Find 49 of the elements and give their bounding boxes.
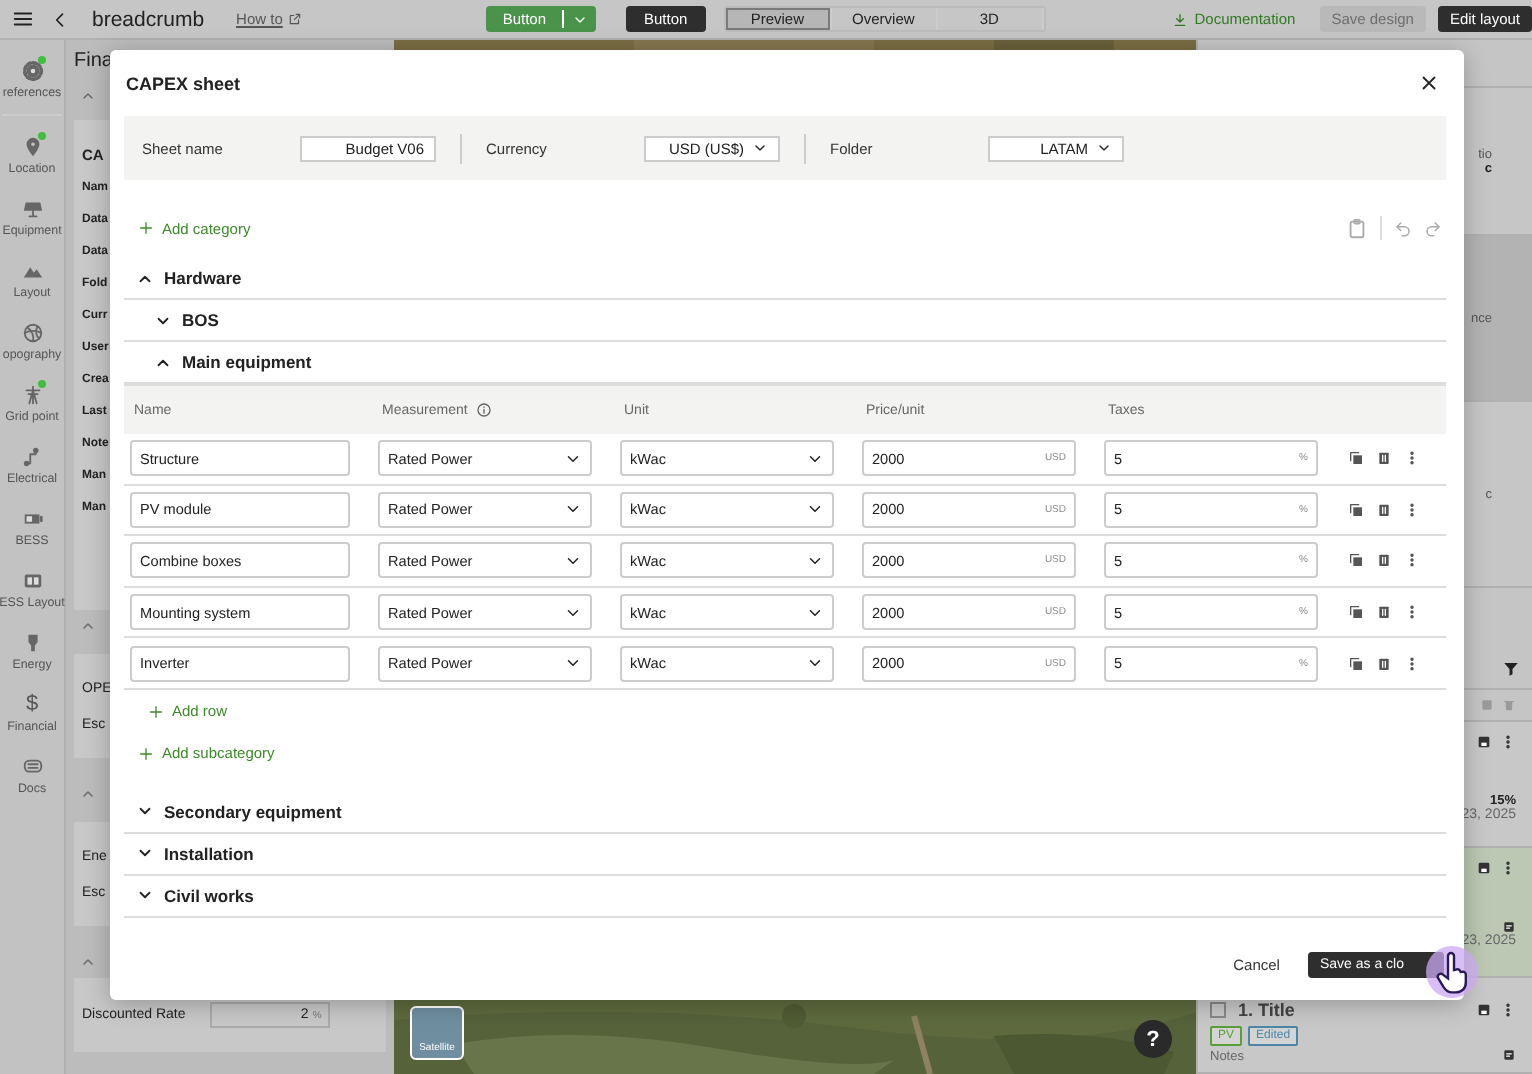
filter-icon[interactable] <box>1502 659 1520 678</box>
more-icon[interactable] <box>1404 450 1420 467</box>
delete-icon[interactable] <box>1376 604 1392 621</box>
info-icon[interactable] <box>475 402 492 418</box>
documents-icon <box>21 755 43 777</box>
note-icon[interactable] <box>1502 1048 1516 1063</box>
download-icon <box>1172 11 1189 27</box>
duplicate-icon[interactable] <box>1348 501 1364 518</box>
close-icon[interactable] <box>1418 72 1440 94</box>
gear-icon <box>21 59 43 81</box>
more-icon[interactable] <box>1404 552 1420 569</box>
dialog-title: CAPEX sheet <box>126 73 241 93</box>
more-icon[interactable] <box>1500 1001 1516 1018</box>
grid-layout-icon <box>21 569 43 591</box>
more-icon[interactable] <box>1500 734 1516 751</box>
plus-icon <box>148 703 164 720</box>
category-row[interactable]: Secondary equipment <box>124 791 1446 834</box>
category-row[interactable]: Installation <box>124 833 1446 876</box>
breadcrumb[interactable]: breadcrumb <box>92 7 205 31</box>
duplicate-icon[interactable] <box>1348 604 1364 621</box>
connector-icon <box>21 445 43 467</box>
duplicate-icon[interactable] <box>1348 552 1364 569</box>
more-icon[interactable] <box>1404 655 1420 672</box>
pin-icon <box>21 135 43 157</box>
external-link-icon <box>288 12 303 26</box>
delete-icon[interactable] <box>1376 450 1392 467</box>
category-row[interactable]: Civil works <box>124 875 1446 918</box>
delete-icon[interactable] <box>1376 655 1392 672</box>
duplicate-icon[interactable] <box>1348 655 1364 672</box>
more-icon[interactable] <box>1500 860 1516 877</box>
solar-panel-icon <box>21 197 43 219</box>
delete-icon[interactable] <box>1376 552 1392 569</box>
category-row[interactable]: Hardware <box>124 258 1446 300</box>
item-title: 1. Title <box>1238 999 1295 1020</box>
globe-icon <box>21 321 43 343</box>
tower-icon <box>21 383 43 405</box>
caret-icon <box>1096 140 1112 156</box>
clipboard-icon[interactable] <box>1346 217 1368 239</box>
more-icon[interactable] <box>1404 501 1420 518</box>
subcategory-row[interactable]: BOS <box>124 300 1446 342</box>
note-icon[interactable] <box>1502 920 1516 935</box>
menu-icon[interactable] <box>12 8 34 30</box>
plus-icon <box>138 745 154 762</box>
plus-icon <box>138 220 154 236</box>
delete-icon[interactable] <box>1376 501 1392 518</box>
caret-icon <box>752 140 768 156</box>
more-icon[interactable] <box>1404 604 1420 621</box>
duplicate-icon[interactable] <box>1348 450 1364 467</box>
checkbox[interactable] <box>1210 1001 1226 1018</box>
